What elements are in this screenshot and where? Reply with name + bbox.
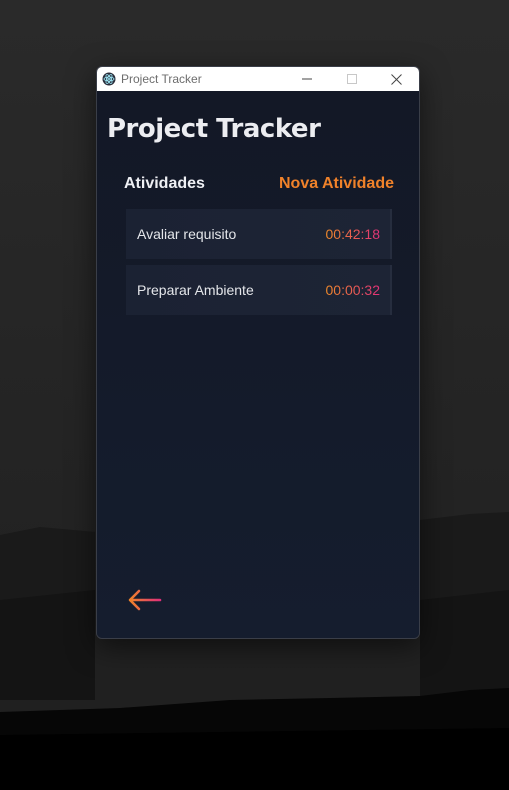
activity-item[interactable]: Preparar Ambiente 00:00:32 [126, 265, 392, 315]
activity-list: Avaliar requisito 00:42:18 Preparar Ambi… [126, 209, 392, 321]
maximize-icon [346, 74, 357, 84]
activities-title: Atividades [124, 175, 205, 192]
new-activity-link[interactable]: Nova Atividade [279, 175, 394, 193]
page-title: Project Tracker [107, 114, 321, 144]
window-controls [284, 67, 419, 91]
activity-time: 00:42:18 [325, 226, 381, 242]
minimize-icon [301, 78, 312, 80]
electron-icon [101, 71, 117, 87]
app-content: Project Tracker Atividades Nova Atividad… [97, 91, 419, 638]
minimize-button[interactable] [284, 67, 329, 91]
arrow-left-icon [128, 589, 162, 611]
activity-time: 00:00:32 [325, 282, 381, 298]
app-window: Project Tracker Project Tracker Atividad… [96, 66, 420, 639]
activity-item[interactable]: Avaliar requisito 00:42:18 [126, 209, 392, 259]
title-bar[interactable]: Project Tracker [97, 67, 419, 91]
close-icon [391, 73, 402, 85]
window-title: Project Tracker [121, 72, 202, 86]
back-button[interactable] [127, 588, 163, 612]
activity-name: Preparar Ambiente [137, 282, 254, 298]
maximize-button[interactable] [329, 67, 374, 91]
activity-name: Avaliar requisito [137, 226, 237, 242]
close-button[interactable] [374, 67, 419, 91]
activities-header: Atividades Nova Atividade [124, 175, 394, 193]
